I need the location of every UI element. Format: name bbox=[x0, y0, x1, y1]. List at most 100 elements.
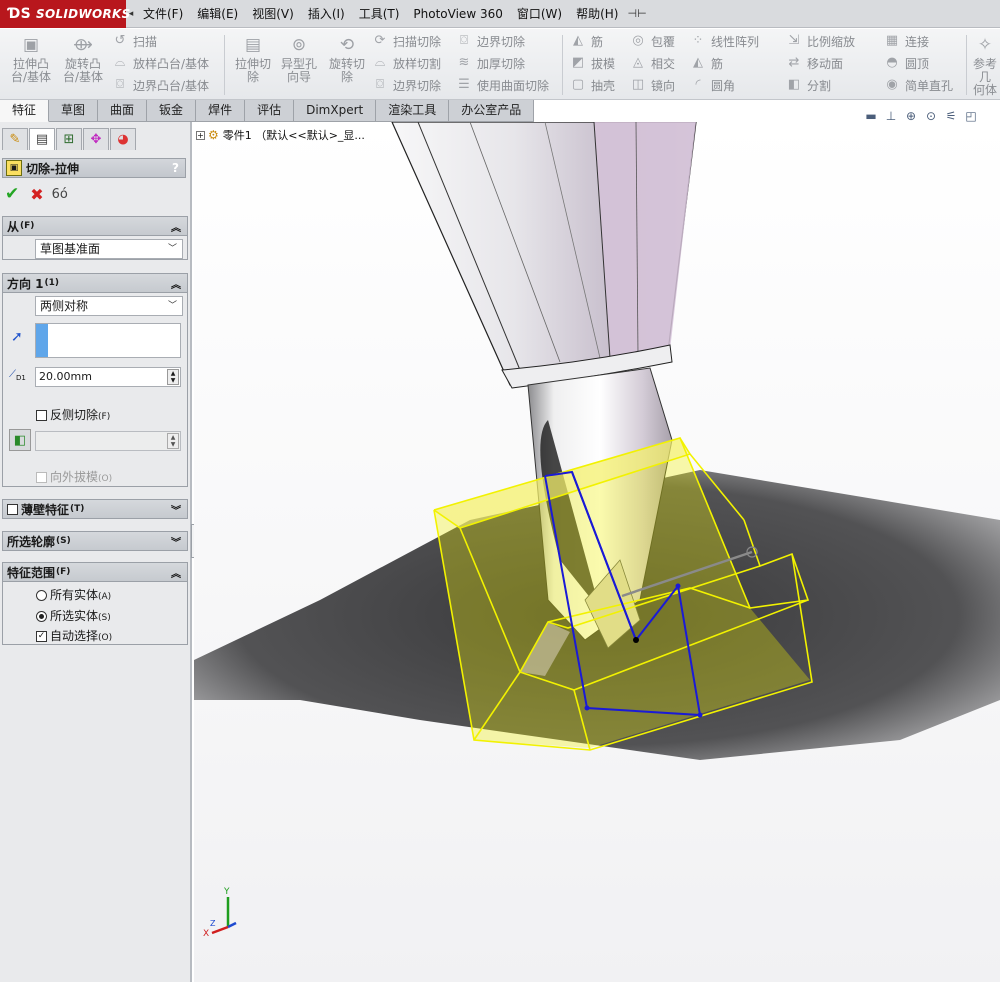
move-face-button[interactable]: ⇄ 移动面 bbox=[786, 53, 843, 73]
menu-tools[interactable]: 工具(T) bbox=[352, 0, 407, 28]
direction-selection-box[interactable] bbox=[35, 323, 181, 358]
extrude-boss-button[interactable]: ▣ 拉伸凸 台/基体 bbox=[6, 33, 56, 97]
tab-features[interactable]: 特征 bbox=[0, 100, 50, 122]
model-viewport[interactable]: Y X Z bbox=[194, 122, 1000, 982]
split-button[interactable]: ◧ 分割 bbox=[786, 75, 831, 95]
expand-tree-icon[interactable]: + bbox=[196, 130, 205, 140]
flip-side-option[interactable]: 反侧切除(F) bbox=[36, 406, 110, 423]
extrude-cut-button[interactable]: ▤ 拉伸切除 bbox=[228, 33, 278, 97]
feature-tree-root[interactable]: + ⚙ 零件1 （默认<<默认>_显... bbox=[196, 127, 365, 143]
zoom-to-fit-icon[interactable]: ⊕ bbox=[902, 107, 920, 125]
fillet-button[interactable]: ◜ 圆角 bbox=[690, 75, 735, 95]
revolve-boss-button[interactable]: ⟴ 旋转凸 台/基体 bbox=[58, 33, 108, 97]
end-condition-select[interactable]: 两侧对称 ﹀ bbox=[35, 296, 183, 316]
extrude-cut-icon: ▤ bbox=[244, 35, 262, 55]
menu-photoview[interactable]: PhotoView 360 bbox=[406, 0, 509, 28]
ok-check-icon[interactable]: ✔ bbox=[5, 184, 19, 204]
rib-button[interactable]: ◭ 筋 bbox=[570, 31, 603, 51]
menu-insert[interactable]: 插入(I) bbox=[301, 0, 352, 28]
selected-bodies-radio[interactable] bbox=[36, 611, 47, 622]
selected-bodies-option[interactable]: 所选实体(S) bbox=[36, 607, 111, 624]
menu-expand-icon[interactable]: ◂ bbox=[126, 0, 136, 28]
direction1-group-header[interactable]: 方向 1 (1) ︽ bbox=[3, 274, 187, 293]
menu-file[interactable]: 文件(F) bbox=[136, 0, 190, 28]
dome-button[interactable]: ◓ 圆顶 bbox=[884, 53, 929, 73]
solidworks-logo[interactable]: ƊS SOLIDWORKS bbox=[0, 0, 130, 28]
detailed-preview-icon[interactable]: 6ó bbox=[52, 187, 68, 202]
depth-spinner[interactable]: ▲ ▼ bbox=[167, 369, 179, 385]
sketch-point[interactable] bbox=[675, 583, 681, 589]
tab-dimxpert[interactable]: DimXpert bbox=[294, 100, 377, 122]
from-group-header[interactable]: 从 (F) ︽ bbox=[3, 217, 187, 236]
tab-sketch[interactable]: 草图 bbox=[49, 100, 99, 122]
rib2-button[interactable]: ◭ 筋 bbox=[690, 53, 723, 73]
boundary-cut-button[interactable]: ⌼ 边界切除 bbox=[372, 75, 441, 95]
draft-toggle-icon[interactable]: ◧ bbox=[9, 429, 31, 451]
sweep-button[interactable]: ↺ 扫描 bbox=[112, 31, 157, 51]
reference-geometry-button[interactable]: ✧ 参考几 何体 bbox=[970, 33, 1000, 97]
thin-feature-checkbox[interactable] bbox=[7, 503, 18, 515]
configuration-manager-tab-icon[interactable]: ⊞ bbox=[56, 128, 82, 150]
feature-manager-tab-icon[interactable]: ✎ bbox=[2, 128, 28, 150]
shell-button[interactable]: ▢ 抽壳 bbox=[570, 75, 615, 95]
tab-evaluate[interactable]: 评估 bbox=[245, 100, 295, 122]
wrap-button[interactable]: ◎ 包覆 bbox=[630, 31, 675, 51]
lofted-cut-button[interactable]: ⌓ 放样切割 bbox=[372, 53, 441, 73]
display-manager-tab-icon[interactable]: ◕ bbox=[110, 128, 136, 150]
tab-sheet-metal[interactable]: 钣金 bbox=[147, 100, 197, 122]
sketch-point[interactable] bbox=[633, 637, 639, 643]
scale-button[interactable]: ⇲ 比例缩放 bbox=[786, 31, 855, 51]
view-orientation-icon[interactable]: ◰ bbox=[962, 107, 980, 125]
revolve-cut-button[interactable]: ⟲ 旋转切除 bbox=[322, 33, 372, 97]
help-icon[interactable]: ? bbox=[172, 161, 179, 175]
boundary-cut2-button[interactable]: ⌼ 边界切除 bbox=[456, 31, 525, 51]
simple-hole-button[interactable]: ◉ 简单直孔 bbox=[884, 75, 953, 95]
draft-angle-spinner[interactable]: ▲ ▼ bbox=[167, 433, 179, 449]
cancel-x-icon[interactable]: ✖ bbox=[30, 185, 43, 204]
mirror-button[interactable]: ◫ 镜向 bbox=[630, 75, 675, 95]
selected-contours-header[interactable]: 所选轮廓 (S) ︾ bbox=[3, 532, 187, 551]
draft-outward-checkbox[interactable] bbox=[36, 472, 47, 483]
tab-office-products[interactable]: 办公室产品 bbox=[449, 100, 535, 122]
thin-feature-header[interactable]: 薄壁特征 (T) ︾ bbox=[3, 500, 187, 519]
tab-render-tools[interactable]: 渲染工具 bbox=[376, 100, 450, 122]
auto-select-checkbox[interactable]: ✓ bbox=[36, 631, 47, 642]
zoom-area-icon[interactable]: ⊙ bbox=[922, 107, 940, 125]
menu-view[interactable]: 视图(V) bbox=[245, 0, 301, 28]
pin-icon[interactable]: ⊣⊢ bbox=[627, 7, 646, 20]
thicken-cut-button[interactable]: ≋ 加厚切除 bbox=[456, 53, 525, 73]
feature-scope-header[interactable]: 特征范围 (F) ︽ bbox=[3, 563, 187, 582]
auto-select-option[interactable]: ✓ 自动选择(O) bbox=[36, 627, 112, 644]
menu-help[interactable]: 帮助(H) bbox=[569, 0, 625, 28]
draft-icon: ◩ bbox=[571, 55, 585, 70]
sketch-point[interactable] bbox=[584, 705, 590, 711]
linear-pattern-button[interactable]: ⁘ 线性阵列 bbox=[690, 31, 759, 51]
graphics-area[interactable]: Y X Z bbox=[194, 122, 1000, 982]
menu-edit[interactable]: 编辑(E) bbox=[190, 0, 245, 28]
connect-button[interactable]: ▦ 连接 bbox=[884, 31, 929, 51]
surface-cut-button[interactable]: ☰ 使用曲面切除 bbox=[456, 75, 549, 95]
loft-boss-button[interactable]: ⌓ 放样凸台/基体 bbox=[112, 53, 209, 73]
from-select[interactable]: 草图基准面 ﹀ bbox=[35, 239, 183, 259]
draft-outward-option[interactable]: 向外拔模(O) bbox=[36, 468, 112, 485]
swept-cut-button[interactable]: ⟳ 扫描切除 bbox=[372, 31, 441, 51]
all-bodies-radio[interactable] bbox=[36, 590, 47, 601]
all-bodies-option[interactable]: 所有实体(A) bbox=[36, 586, 111, 603]
draft-angle-input[interactable]: ▲ ▼ bbox=[35, 431, 181, 451]
boundary-boss-button[interactable]: ⌼ 边界凸台/基体 bbox=[112, 75, 209, 95]
menu-window[interactable]: 窗口(W) bbox=[510, 0, 569, 28]
pin-view-icon[interactable]: ⊥ bbox=[882, 107, 900, 125]
dimxpert-manager-tab-icon[interactable]: ✥ bbox=[83, 128, 109, 150]
simple-hole-label: 简单直孔 bbox=[905, 78, 954, 93]
section-view-icon[interactable]: ⚟ bbox=[942, 107, 960, 125]
hole-wizard-button[interactable]: ⊚ 异型孔 向导 bbox=[274, 33, 324, 97]
flip-side-checkbox[interactable] bbox=[36, 410, 47, 421]
sketch-point[interactable] bbox=[697, 712, 703, 718]
intersect-button[interactable]: ◬ 相交 bbox=[630, 53, 675, 73]
previous-view-icon[interactable]: ▬ bbox=[862, 107, 880, 125]
tab-weldments[interactable]: 焊件 bbox=[196, 100, 246, 122]
property-manager-tab-icon[interactable]: ▤ bbox=[29, 128, 55, 150]
tab-surfaces[interactable]: 曲面 bbox=[98, 100, 148, 122]
draft-button[interactable]: ◩ 拔模 bbox=[570, 53, 615, 73]
depth-input[interactable]: 20.00mm ▲ ▼ bbox=[35, 367, 181, 387]
